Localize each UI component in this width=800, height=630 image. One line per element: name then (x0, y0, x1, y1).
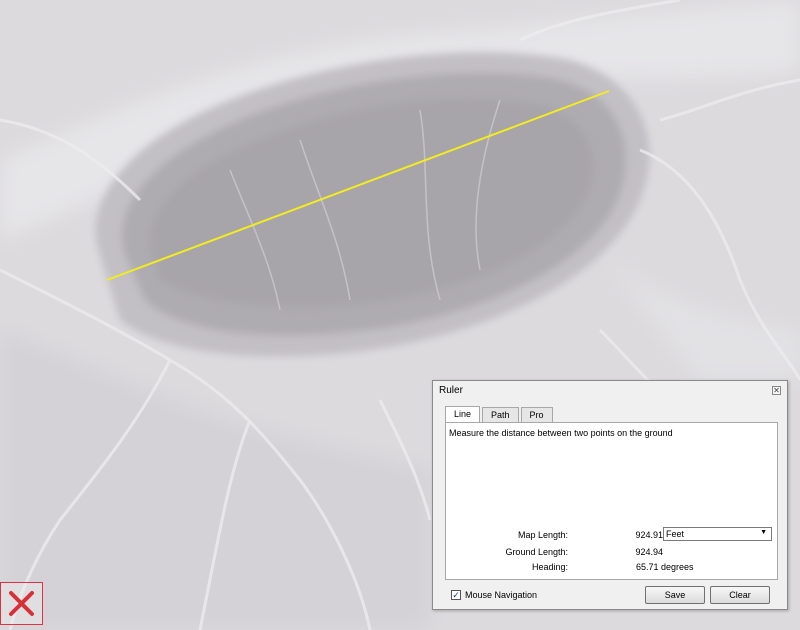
ruler-tabs: Line Path Pro (445, 406, 555, 422)
description-text: Measure the distance between two points … (449, 428, 673, 438)
chevron-down-icon: ▼ (760, 529, 767, 536)
tab-line[interactable]: Line (445, 406, 481, 422)
dialog-title: Ruler (439, 385, 463, 396)
save-button[interactable]: Save (645, 586, 705, 604)
close-icon[interactable]: ✕ (772, 386, 781, 395)
heading-value: 65.71 degrees (636, 562, 694, 572)
ground-length-value: 924.94 (635, 547, 663, 557)
unit-select-value: Feet (666, 529, 685, 539)
ruler-dialog: Ruler ✕ Line Path Pro Measure the distan… (432, 380, 788, 610)
mouse-navigation-checkbox[interactable]: ✓ (451, 590, 461, 600)
exit-x-icon[interactable] (0, 582, 43, 625)
line-tab-panel: Measure the distance between two points … (445, 422, 778, 580)
tab-path[interactable]: Path (482, 407, 519, 422)
map-length-label: Map Length: (517, 530, 568, 540)
mouse-navigation-label: Mouse Navigation (465, 590, 538, 600)
unit-select[interactable]: Feet ▼ (663, 527, 772, 541)
ground-length-label: Ground Length: (505, 547, 568, 557)
clear-button[interactable]: Clear (710, 586, 770, 604)
map-length-value: 924.91 (635, 530, 663, 540)
tab-pro[interactable]: Pro (520, 407, 553, 422)
heading-label: Heading: (531, 562, 568, 572)
